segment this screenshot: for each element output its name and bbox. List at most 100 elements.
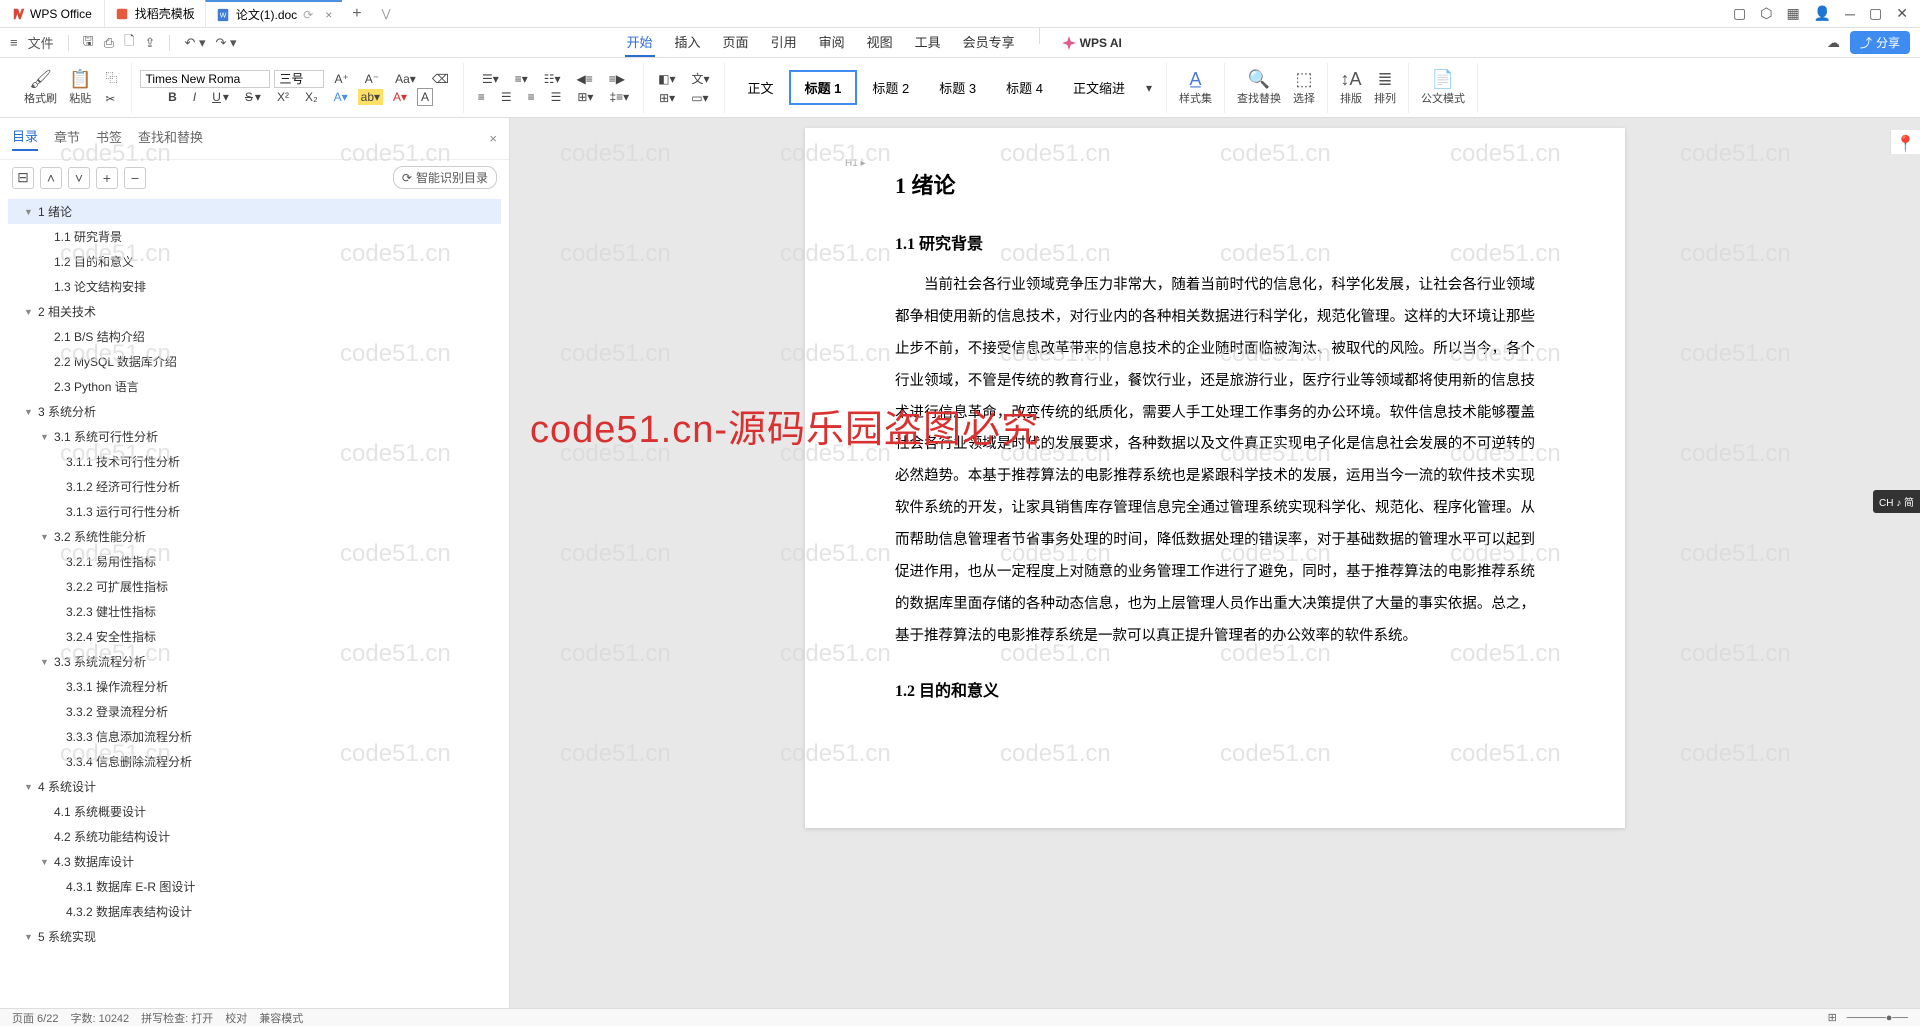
toc-item[interactable]: 3.1.1 技术可行性分析 bbox=[8, 449, 501, 474]
toc-item[interactable]: 2.3 Python 语言 bbox=[8, 374, 501, 399]
toc-item[interactable]: 2.2 MySQL 数据库介绍 bbox=[8, 349, 501, 374]
increase-font-icon[interactable]: A⁺ bbox=[328, 70, 354, 88]
toc-item[interactable]: 3.1.2 经济可行性分析 bbox=[8, 474, 501, 499]
toc-item[interactable]: ▼4.3 数据库设计 bbox=[8, 849, 501, 874]
style-body-indent[interactable]: 正文缩进 bbox=[1058, 71, 1140, 104]
multilevel-list-icon[interactable]: ☷▾ bbox=[538, 70, 567, 88]
size-select[interactable] bbox=[274, 70, 324, 88]
tab-template[interactable]: 找稻壳模板 bbox=[104, 0, 205, 27]
highlight-icon[interactable]: ab▾ bbox=[358, 89, 383, 105]
format-painter-button[interactable]: 🖌格式刷 bbox=[20, 67, 61, 108]
menu-reference[interactable]: 引用 bbox=[769, 28, 799, 57]
app-tab[interactable]: WPS Office bbox=[0, 0, 104, 27]
style-heading4[interactable]: 标题 4 bbox=[991, 71, 1058, 104]
copy-icon[interactable]: ⿻ bbox=[99, 67, 123, 88]
style-heading1[interactable]: 标题 1 bbox=[789, 70, 858, 105]
toc-item[interactable]: ▼5 系统实现 bbox=[8, 924, 501, 949]
smart-toc-button[interactable]: ⟳ 智能识别目录 bbox=[393, 166, 497, 189]
distribute-icon[interactable]: ⊞▾ bbox=[571, 88, 599, 106]
font-color-icon[interactable]: A▾ bbox=[387, 88, 413, 106]
doc-paragraph[interactable]: 当前社会各行业领域竞争压力非常大，随着当前时代的信息化，科学化发展，让社会各行业… bbox=[895, 270, 1535, 653]
toc-item[interactable]: ▼3 系统分析 bbox=[8, 399, 501, 424]
nav-tab-toc[interactable]: 目录 bbox=[12, 126, 38, 151]
print-preview-icon[interactable]: 🗋 bbox=[124, 32, 134, 54]
grid-icon[interactable]: ▦ bbox=[1786, 5, 1799, 22]
toc-item[interactable]: ▼3.3 系统流程分析 bbox=[8, 649, 501, 674]
bullet-list-icon[interactable]: ☰▾ bbox=[476, 70, 505, 88]
print-icon[interactable]: ⎙ bbox=[104, 35, 114, 51]
style-heading2[interactable]: 标题 2 bbox=[857, 71, 924, 104]
arrange-button[interactable]: ≣排列 bbox=[1370, 67, 1400, 108]
nav-up-icon[interactable]: ˄ bbox=[40, 167, 62, 189]
menu-review[interactable]: 审阅 bbox=[817, 28, 847, 57]
menu-start[interactable]: 开始 bbox=[625, 28, 655, 57]
toc-item[interactable]: 1.1 研究背景 bbox=[8, 224, 501, 249]
toc-item[interactable]: 4.2 系统功能结构设计 bbox=[8, 824, 501, 849]
clear-format-icon[interactable]: ⌫ bbox=[426, 70, 455, 88]
status-proof[interactable]: 校对 bbox=[225, 1010, 247, 1026]
italic-icon[interactable]: I bbox=[187, 88, 202, 106]
toc-item[interactable]: ▼1 绪论 bbox=[8, 199, 501, 224]
subscript-icon[interactable]: X₂ bbox=[299, 88, 324, 106]
bold-icon[interactable]: B bbox=[162, 88, 183, 106]
toc-item[interactable]: 4.3.1 数据库 E-R 图设计 bbox=[8, 874, 501, 899]
document-area[interactable]: H1 ▸ 1 绪论 1.1 研究背景 当前社会各行业领域竞争压力非常大，随着当前… bbox=[510, 118, 1920, 1008]
add-tab-button[interactable]: + bbox=[342, 5, 371, 23]
location-pin-icon[interactable]: 📍 bbox=[1896, 134, 1916, 154]
toc-item[interactable]: ▼3.1 系统可行性分析 bbox=[8, 424, 501, 449]
select-button[interactable]: ⬚选择 bbox=[1289, 67, 1319, 108]
toc-item[interactable]: 1.2 目的和意义 bbox=[8, 249, 501, 274]
menu-page[interactable]: 页面 bbox=[721, 28, 751, 57]
nav-tab-chapter[interactable]: 章节 bbox=[54, 127, 80, 150]
cube-icon[interactable]: ⬡ bbox=[1760, 5, 1772, 22]
status-spellcheck[interactable]: 拼写检查: 打开 bbox=[141, 1010, 213, 1026]
toc-item[interactable]: 3.2.2 可扩展性指标 bbox=[8, 574, 501, 599]
font-select[interactable] bbox=[140, 70, 270, 88]
export-icon[interactable]: ⇪ bbox=[145, 35, 156, 51]
underline-icon[interactable]: U▾ bbox=[206, 88, 235, 106]
text-effects-icon[interactable]: A▾ bbox=[328, 88, 354, 106]
chevron-down-icon[interactable]: ▼ bbox=[24, 932, 34, 942]
chevron-down-icon[interactable]: ▼ bbox=[24, 407, 34, 417]
align-center-icon[interactable]: ☰ bbox=[495, 88, 518, 106]
tab-document[interactable]: W 论文(1).doc ⟳ × bbox=[205, 0, 342, 27]
sort-button[interactable]: ↕A排版 bbox=[1336, 67, 1366, 108]
decrease-font-icon[interactable]: A⁻ bbox=[359, 70, 385, 88]
chevron-down-icon[interactable]: ▼ bbox=[40, 657, 50, 667]
number-list-icon[interactable]: ≡▾ bbox=[509, 70, 534, 88]
align-right-icon[interactable]: ≡ bbox=[522, 88, 541, 106]
char-shading-icon[interactable]: A bbox=[417, 88, 433, 106]
style-set-button[interactable]: A̲样式集 bbox=[1175, 67, 1216, 108]
undo-icon[interactable]: ↶ ▾ bbox=[184, 35, 205, 51]
tab-overflow-button[interactable]: ⋁ bbox=[372, 7, 401, 20]
toc-item[interactable]: 4.1 系统概要设计 bbox=[8, 799, 501, 824]
menu-insert[interactable]: 插入 bbox=[673, 28, 703, 57]
official-mode-button[interactable]: 📄公文模式 bbox=[1417, 67, 1469, 108]
cloud-icon[interactable]: ☁ bbox=[1827, 35, 1840, 51]
nav-close-icon[interactable]: × bbox=[489, 131, 497, 146]
window-tabs-icon[interactable]: ▢ bbox=[1733, 5, 1746, 22]
doc-heading-2a[interactable]: 1.1 研究背景 bbox=[895, 230, 1535, 254]
close-icon[interactable]: × bbox=[325, 8, 332, 22]
nav-collapse-icon[interactable]: ⊟ bbox=[12, 167, 34, 189]
zoom-slider[interactable]: ─────●── bbox=[1847, 1012, 1908, 1024]
toc-item[interactable]: 3.2.1 易用性指标 bbox=[8, 549, 501, 574]
status-words[interactable]: 字数: 10242 bbox=[70, 1010, 129, 1026]
toc-item[interactable]: 3.2.3 健壮性指标 bbox=[8, 599, 501, 624]
nav-remove-icon[interactable]: − bbox=[124, 167, 146, 189]
share-button[interactable]: ⤴ 分享 bbox=[1850, 31, 1910, 54]
chevron-down-icon[interactable]: ▼ bbox=[40, 432, 50, 442]
hamburger-icon[interactable]: ≡ bbox=[10, 35, 18, 50]
chevron-down-icon[interactable]: ▼ bbox=[24, 782, 34, 792]
strikethrough-icon[interactable]: S▾ bbox=[239, 88, 267, 106]
nav-tab-find[interactable]: 查找和替换 bbox=[138, 127, 203, 150]
style-heading3[interactable]: 标题 3 bbox=[924, 71, 991, 104]
chevron-down-icon[interactable]: ▼ bbox=[24, 307, 34, 317]
doc-heading-2b[interactable]: 1.2 目的和意义 bbox=[895, 677, 1535, 701]
borders-icon[interactable]: ⊞▾ bbox=[653, 89, 681, 107]
status-page[interactable]: 页面 6/22 bbox=[12, 1010, 58, 1026]
nav-tab-bookmark[interactable]: 书签 bbox=[96, 127, 122, 150]
line-spacing-icon[interactable]: ‡≡▾ bbox=[603, 88, 635, 106]
toc-item[interactable]: ▼2 相关技术 bbox=[8, 299, 501, 324]
file-menu[interactable]: 文件 bbox=[28, 33, 54, 52]
